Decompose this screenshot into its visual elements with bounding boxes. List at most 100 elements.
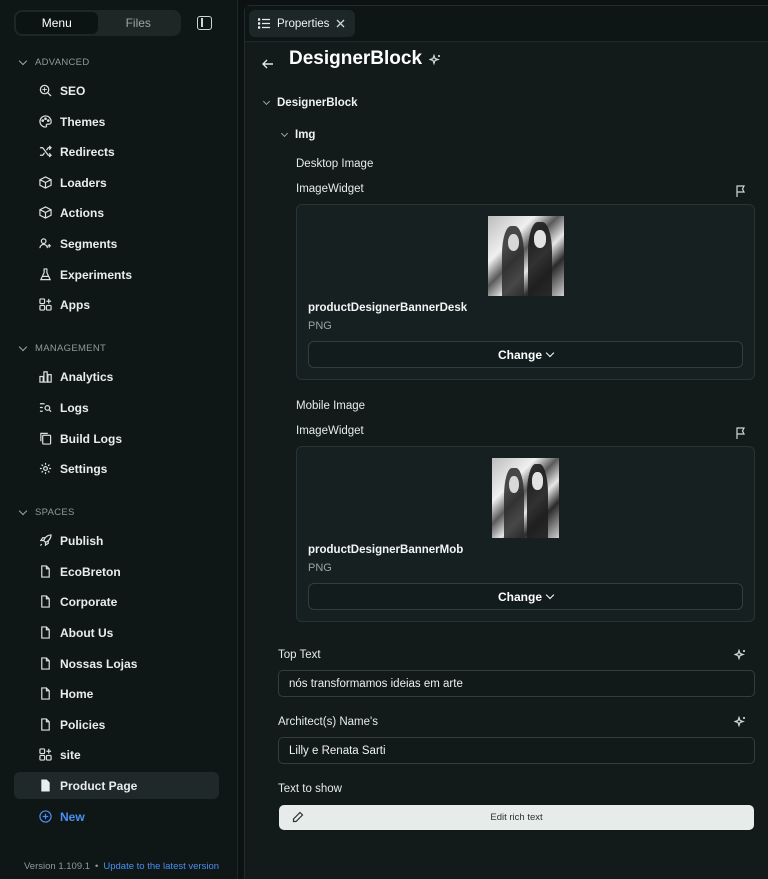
- close-icon[interactable]: [336, 19, 345, 28]
- properties-panel: Properties DesignerBlock DesignerBlock I…: [244, 5, 768, 879]
- list-search-icon: [39, 403, 52, 413]
- tab-properties[interactable]: Properties: [249, 10, 356, 37]
- section-management[interactable]: MANAGEMENT: [18, 342, 106, 354]
- sidebar-item-ecobreton[interactable]: EcoBreton: [14, 558, 219, 585]
- sidebar-item-themes[interactable]: Themes: [14, 108, 219, 135]
- sidebar-item-label: Settings: [60, 461, 108, 476]
- menu-files-toggle: Menu Files: [14, 10, 181, 36]
- sidebar-item-label: Product Page: [60, 778, 138, 793]
- top-text-input[interactable]: [278, 670, 755, 697]
- apps-grid-icon: [39, 748, 52, 761]
- sidebar-item-label: About Us: [60, 625, 114, 640]
- sidebar-item-build-logs[interactable]: Build Logs: [14, 425, 219, 452]
- sparkle-icon[interactable]: [734, 716, 746, 728]
- sidebar-item-redirects[interactable]: Redirects: [14, 138, 219, 165]
- sparkle-icon[interactable]: [734, 649, 746, 661]
- file-icon: [41, 718, 50, 731]
- file-icon: [41, 687, 50, 700]
- bar-chart-icon: [39, 371, 52, 383]
- tab-menu[interactable]: Menu: [16, 12, 98, 34]
- apps-grid-icon: [39, 298, 52, 311]
- sidebar-item-seo[interactable]: SEO: [14, 77, 219, 104]
- chevron-down-icon: [18, 56, 28, 66]
- section-advanced-label: ADVANCED: [35, 57, 90, 68]
- page-title: DesignerBlock: [289, 48, 423, 69]
- tree-node-designerblock[interactable]: DesignerBlock: [262, 97, 358, 109]
- new-label: New: [60, 809, 85, 824]
- sidebar-item-analytics[interactable]: Analytics: [14, 363, 219, 390]
- desktop-image-thumbnail: [488, 216, 564, 296]
- edit-rich-text-label: Edit rich text: [490, 812, 543, 823]
- desktop-image-card: productDesignerBannerDesk PNG Change: [296, 204, 755, 380]
- sidebar: Menu Files ADVANCED SEO Themes Redirects…: [0, 0, 238, 879]
- sidebar-item-corporate[interactable]: Corporate: [14, 588, 219, 615]
- architects-label: Architect(s) Name's: [278, 716, 378, 728]
- file-icon: [41, 657, 50, 670]
- version-text: Version 1.109.1: [24, 861, 91, 872]
- back-arrow-icon[interactable]: [262, 59, 274, 69]
- cube-icon: [39, 206, 52, 219]
- sidebar-item-loaders[interactable]: Loaders: [14, 169, 219, 196]
- seo-icon: [39, 84, 52, 97]
- tree-node-label: DesignerBlock: [277, 97, 358, 109]
- sidebar-item-segments[interactable]: Segments: [14, 230, 219, 257]
- desktop-widget-label: ImageWidget: [296, 183, 364, 195]
- section-spaces[interactable]: SPACES: [18, 506, 75, 518]
- sidebar-item-actions[interactable]: Actions: [14, 199, 219, 226]
- file-type: PNG: [308, 320, 332, 332]
- change-image-button[interactable]: Change: [308, 583, 743, 610]
- sidebar-item-label: Build Logs: [60, 431, 122, 446]
- version-footer: Version 1.109.1 • Update to the latest v…: [24, 861, 219, 872]
- sidebar-item-settings[interactable]: Settings: [14, 455, 219, 482]
- sidebar-item-label: Publish: [60, 533, 104, 548]
- tab-bar: Properties: [245, 6, 768, 42]
- sidebar-toggle-icon[interactable]: [197, 16, 212, 30]
- pencil-icon: [292, 811, 304, 823]
- file-type: PNG: [308, 562, 332, 574]
- update-link[interactable]: Update to the latest version: [103, 861, 219, 872]
- sidebar-new-button[interactable]: New: [14, 803, 219, 830]
- flag-icon[interactable]: [736, 427, 746, 439]
- architects-input[interactable]: [278, 737, 755, 764]
- tab-label: Properties: [277, 17, 330, 30]
- sidebar-item-nossas-lojas[interactable]: Nossas Lojas: [14, 650, 219, 677]
- rocket-icon: [39, 534, 52, 547]
- sidebar-item-about-us[interactable]: About Us: [14, 619, 219, 646]
- file-name: productDesignerBannerDesk: [308, 302, 468, 314]
- file-icon: [41, 626, 50, 639]
- sidebar-item-home[interactable]: Home: [14, 680, 219, 707]
- shuffle-icon: [39, 145, 52, 158]
- sidebar-item-experiments[interactable]: Experiments: [14, 261, 219, 288]
- edit-rich-text-button[interactable]: Edit rich text: [279, 805, 754, 830]
- sidebar-item-policies[interactable]: Policies: [14, 711, 219, 738]
- section-spaces-label: SPACES: [35, 507, 75, 518]
- sparkle-icon[interactable]: [429, 54, 441, 66]
- sidebar-item-site[interactable]: site: [14, 741, 219, 768]
- chevron-down-icon: [18, 506, 28, 516]
- mobile-image-card: productDesignerBannerMob PNG Change: [296, 446, 755, 622]
- cube-icon: [39, 176, 52, 189]
- sidebar-item-apps[interactable]: Apps: [14, 291, 219, 318]
- sidebar-item-label: Loaders: [60, 175, 107, 190]
- sidebar-item-label: Themes: [60, 114, 106, 129]
- flag-icon[interactable]: [736, 185, 746, 197]
- tree-node-img[interactable]: Img: [280, 129, 315, 141]
- tab-files[interactable]: Files: [98, 12, 180, 34]
- section-advanced[interactable]: ADVANCED: [18, 56, 90, 68]
- sidebar-item-label: Logs: [60, 400, 89, 415]
- file-filled-icon: [41, 779, 50, 792]
- sidebar-item-label: EcoBreton: [60, 564, 121, 579]
- palette-icon: [39, 115, 52, 128]
- gear-icon: [39, 462, 52, 475]
- chevron-down-icon: [280, 129, 289, 138]
- sidebar-item-product-page[interactable]: Product Page: [14, 772, 219, 799]
- sidebar-item-publish[interactable]: Publish: [14, 527, 219, 554]
- mobile-image-label: Mobile Image: [296, 400, 366, 412]
- plus-circle-icon: [39, 810, 52, 823]
- change-label: Change: [497, 589, 542, 604]
- sidebar-item-logs[interactable]: Logs: [14, 394, 219, 421]
- copy-icon: [40, 432, 52, 445]
- change-image-button[interactable]: Change: [308, 341, 743, 368]
- file-icon: [41, 565, 50, 578]
- chevron-down-icon: [262, 97, 271, 106]
